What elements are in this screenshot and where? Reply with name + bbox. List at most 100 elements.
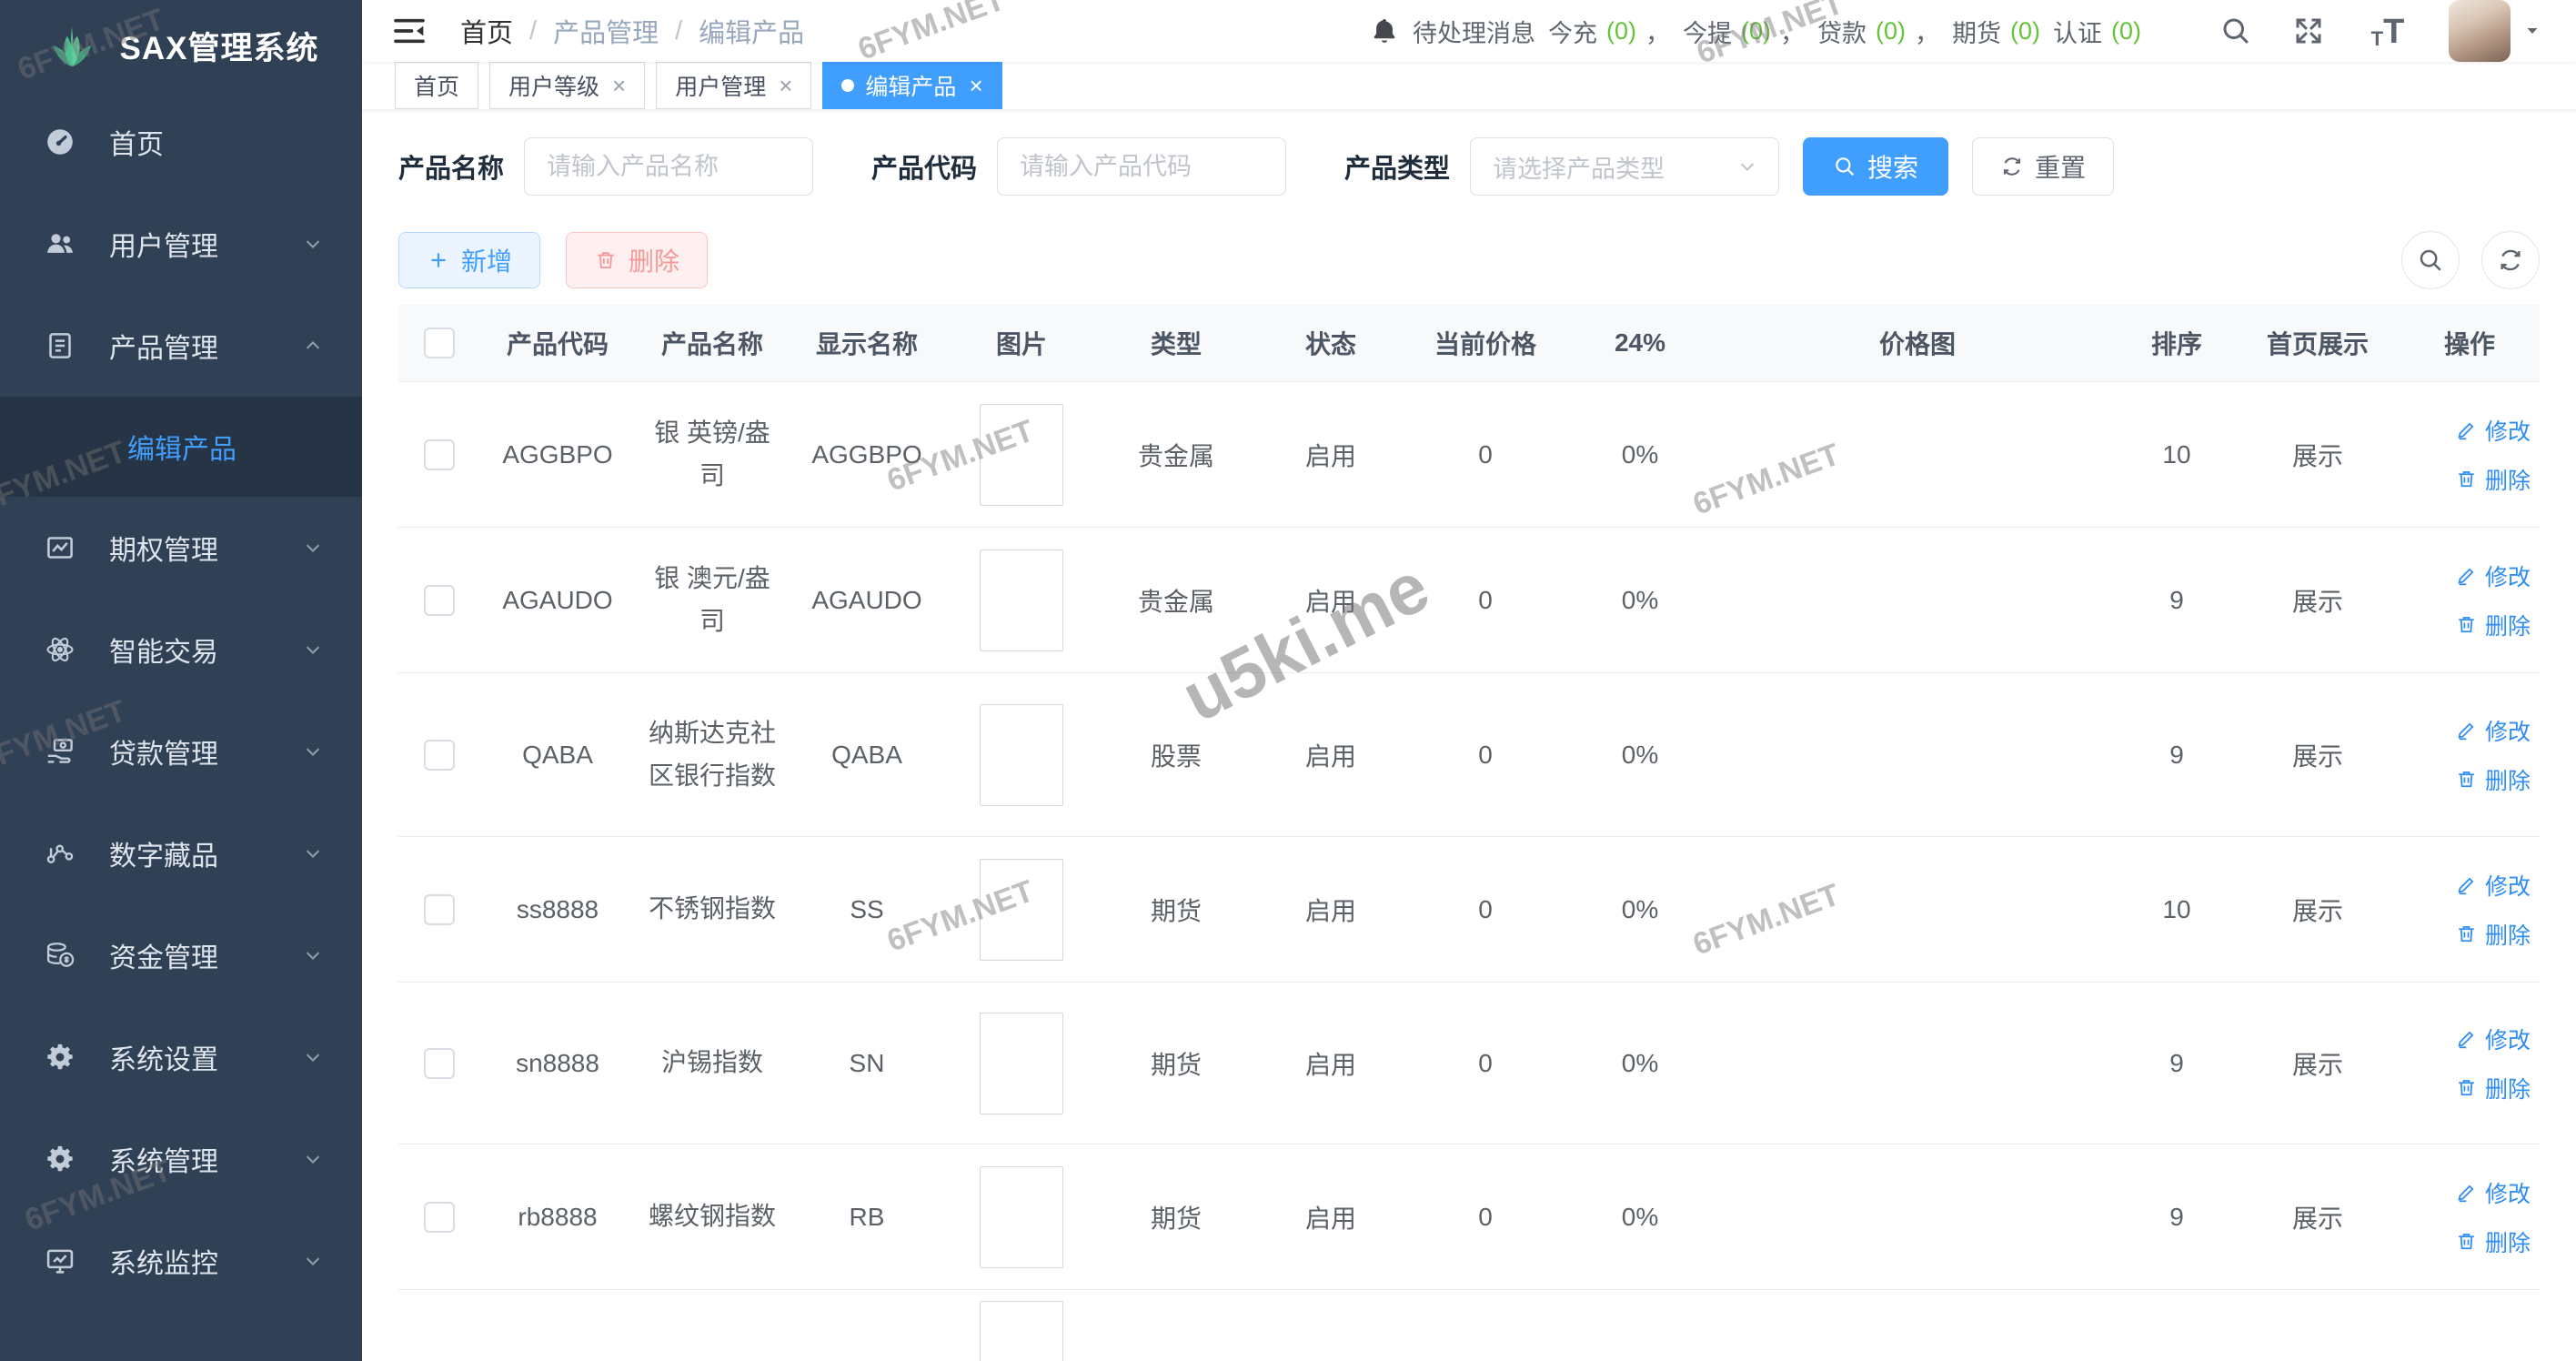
sidebar-item-loan-management[interactable]: 贷款管理 [0, 701, 362, 802]
product-name-input[interactable] [524, 137, 813, 196]
font-size-icon[interactable]: TT [2363, 13, 2412, 49]
table-row: AGAUDO 银 澳元/盎司 AGAUDO 贵金属 启用 0 0% 9 展示 修… [398, 528, 2540, 673]
row-checkbox[interactable] [424, 1048, 455, 1079]
sidebar-item-product-management[interactable]: 产品管理 [0, 295, 362, 397]
sidebar-item-user-management[interactable]: 用户管理 [0, 193, 362, 295]
row-checkbox[interactable] [424, 1202, 455, 1233]
close-icon[interactable]: × [612, 74, 626, 97]
cell-product-code: AGGBPO [480, 440, 635, 469]
cell-type: 期货 [1099, 1199, 1253, 1235]
table-search-button[interactable] [2401, 231, 2460, 289]
monitor-icon [44, 1245, 76, 1277]
tab-user-management[interactable]: 用户管理 × [656, 62, 811, 109]
edit-link[interactable]: 修改 [2455, 560, 2531, 592]
cell-sort: 9 [2118, 741, 2236, 770]
nodes-icon [44, 837, 76, 870]
reset-button[interactable]: 重置 [1972, 137, 2114, 196]
close-icon[interactable]: × [969, 74, 982, 97]
product-image-placeholder [980, 704, 1063, 806]
sidebar-item-label: 数字藏品 [109, 833, 218, 873]
add-button[interactable]: 新增 [398, 232, 540, 288]
product-code-input[interactable] [997, 137, 1286, 196]
column-header: 产品名称 [635, 325, 790, 361]
delete-link[interactable]: 删除 [2455, 763, 2531, 796]
sidebar-item-edit-product[interactable]: 编辑产品 [0, 397, 362, 497]
cell-percent: 0% [1563, 741, 1717, 770]
search-button[interactable]: 搜索 [1803, 137, 1948, 196]
pencil-icon [2455, 873, 2478, 896]
sidebar-item-system-management[interactable]: 系统管理 [0, 1108, 362, 1210]
row-checkbox[interactable] [424, 740, 455, 771]
table-refresh-button[interactable] [2481, 231, 2540, 289]
notif-separator: ， [1780, 14, 1805, 49]
column-header: 排序 [2118, 325, 2236, 361]
cell-product-name: 不锈钢指数 [635, 888, 790, 930]
sidebar-item-system-settings[interactable]: 系统设置 [0, 1006, 362, 1108]
sidebar: SAX管理系统 首页 用户管理 产品管理 编辑产品 期权管理 [0, 0, 362, 1361]
cell-homepage-display: 展示 [2236, 1199, 2400, 1235]
pencil-icon [2455, 719, 2478, 741]
bell-icon[interactable] [1369, 15, 1400, 46]
cell-current-price: 0 [1408, 1203, 1563, 1232]
chevron-up-icon [300, 333, 326, 358]
chevron-down-icon [300, 637, 326, 662]
app-logo: SAX管理系统 [0, 0, 362, 91]
edit-link[interactable]: 修改 [2455, 414, 2531, 447]
product-type-select[interactable]: 请选择产品类型 [1470, 137, 1779, 196]
trash-icon [594, 248, 618, 272]
search-icon [2417, 247, 2444, 274]
chevron-down-icon [300, 739, 326, 764]
fullscreen-icon[interactable] [2290, 13, 2327, 49]
delete-link[interactable]: 删除 [2455, 609, 2531, 641]
tab-user-level[interactable]: 用户等级 × [489, 62, 645, 109]
chevron-down-icon [300, 231, 326, 257]
cell-homepage-display: 展示 [2236, 582, 2400, 619]
user-avatar[interactable] [2449, 0, 2511, 62]
row-checkbox[interactable] [424, 585, 455, 616]
delete-link[interactable]: 删除 [2455, 918, 2531, 951]
search-icon[interactable] [2218, 13, 2254, 49]
sidebar-item-options-management[interactable]: 期权管理 [0, 497, 362, 599]
pencil-icon [2455, 1027, 2478, 1050]
cell-homepage-display: 展示 [2236, 737, 2400, 773]
chevron-down-icon [300, 1248, 326, 1274]
breadcrumb-home[interactable]: 首页 [460, 12, 513, 50]
row-checkbox[interactable] [424, 894, 455, 925]
cell-sort: 9 [2118, 586, 2236, 615]
sidebar-item-label: 系统管理 [109, 1139, 218, 1179]
edit-link[interactable]: 修改 [2455, 1023, 2531, 1055]
sidebar-toggle-icon[interactable] [391, 13, 428, 49]
column-header: 首页展示 [2236, 325, 2400, 361]
sidebar-item-digital-collectibles[interactable]: 数字藏品 [0, 802, 362, 904]
sidebar-item-smart-trading[interactable]: 智能交易 [0, 599, 362, 701]
breadcrumb-item: 编辑产品 [699, 12, 804, 50]
pencil-icon [2455, 564, 2478, 587]
chevron-down-icon [300, 841, 326, 866]
row-checkbox[interactable] [424, 439, 455, 470]
delete-link[interactable]: 删除 [2455, 1072, 2531, 1104]
delete-link[interactable]: 删除 [2455, 1225, 2531, 1258]
tab-edit-product[interactable]: 编辑产品 × [822, 62, 1001, 109]
delete-button[interactable]: 删除 [566, 232, 708, 288]
caret-down-icon[interactable] [2521, 20, 2543, 42]
pending-messages-prefix: 待处理消息 [1413, 14, 1535, 49]
sidebar-item-home[interactable]: 首页 [0, 91, 362, 193]
cell-current-price: 0 [1408, 440, 1563, 469]
sidebar-item-system-monitor[interactable]: 系统监控 [0, 1210, 362, 1312]
notif-count: (0) [1606, 17, 1636, 45]
sidebar-item-funds-management[interactable]: 资金管理 [0, 904, 362, 1006]
edit-link[interactable]: 修改 [2455, 869, 2531, 902]
chevron-down-icon [1735, 154, 1760, 179]
table-toolbar: 新增 删除 [398, 232, 2540, 288]
cell-product-name: 纳斯达克社区银行指数 [635, 712, 790, 796]
atom-icon [44, 633, 76, 666]
tab-label: 用户等级 [508, 69, 599, 102]
tab-home[interactable]: 首页 [395, 62, 478, 109]
chevron-down-icon [300, 1044, 326, 1070]
edit-link[interactable]: 修改 [2455, 714, 2531, 747]
close-icon[interactable]: × [779, 74, 792, 97]
users-icon [44, 227, 76, 260]
select-all-checkbox[interactable] [424, 328, 455, 358]
delete-link[interactable]: 删除 [2455, 463, 2531, 496]
edit-link[interactable]: 修改 [2455, 1176, 2531, 1209]
